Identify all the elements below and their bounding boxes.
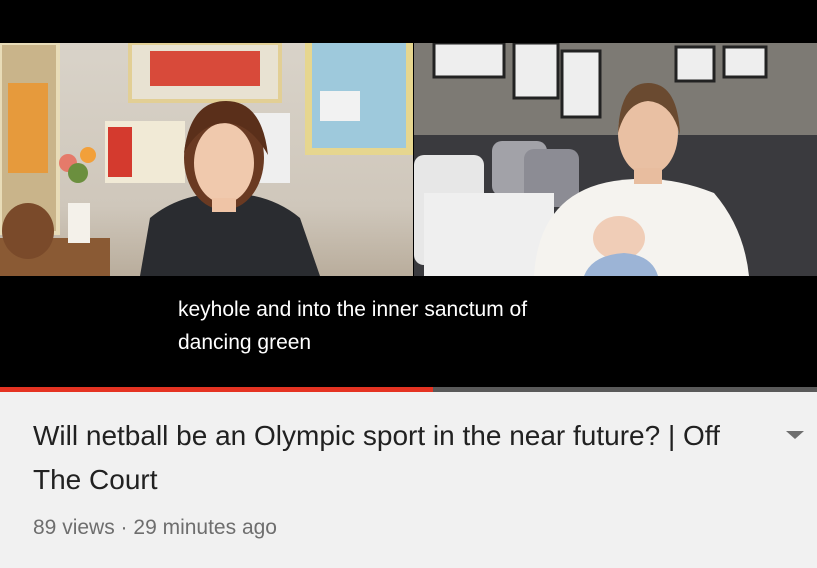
video-title[interactable]: Will netball be an Olympic sport in the … bbox=[33, 414, 763, 502]
right-feed-scene bbox=[414, 43, 817, 276]
view-count: 89 views bbox=[33, 516, 115, 539]
video-player[interactable]: keyhole and into the inner sanctum of da… bbox=[0, 0, 817, 392]
right-participant-feed bbox=[414, 43, 817, 276]
video-frame[interactable] bbox=[0, 43, 817, 276]
caption-line: keyhole and into the inner sanctum of bbox=[178, 298, 528, 321]
video-details: Will netball be an Olympic sport in the … bbox=[0, 392, 817, 568]
upload-age: 29 minutes ago bbox=[133, 516, 277, 539]
caption-line: dancing green bbox=[178, 331, 312, 354]
closed-captions: keyhole and into the inner sanctum of da… bbox=[178, 293, 527, 359]
left-participant-feed bbox=[0, 43, 413, 276]
video-metadata: 89 views · 29 minutes ago bbox=[33, 516, 277, 540]
chevron-down-icon[interactable] bbox=[784, 428, 806, 442]
meta-separator: · bbox=[120, 516, 128, 539]
left-feed-scene bbox=[0, 43, 413, 276]
